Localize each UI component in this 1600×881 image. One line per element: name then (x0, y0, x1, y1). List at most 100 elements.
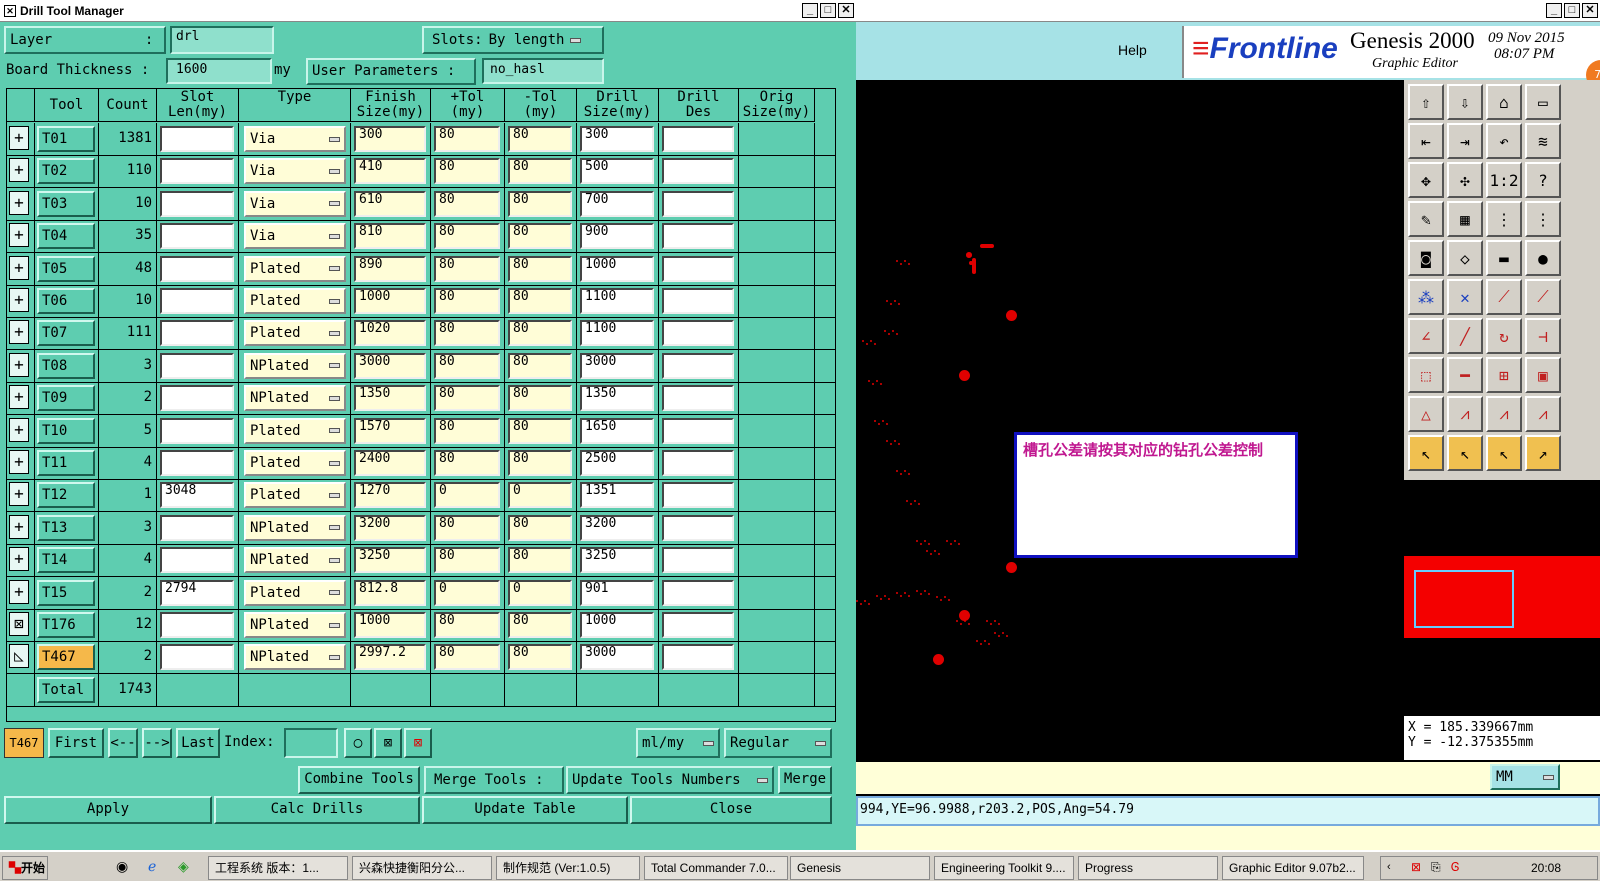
finish-size-input[interactable]: 1350 (354, 385, 426, 412)
net2-icon[interactable]: ⋮ (1525, 201, 1561, 237)
finish-size-input[interactable]: 1000 (354, 288, 426, 314)
plus-tol-input[interactable]: 80 (434, 352, 500, 379)
type-dropdown[interactable]: Plated (244, 579, 346, 606)
minimize-button[interactable]: _ (1546, 3, 1562, 18)
merge-tools-selector[interactable]: Update Tools Numbers (566, 766, 774, 794)
close-button[interactable]: Close (630, 796, 832, 824)
table-row[interactable]: + T13 3 NPlated 3200 80 80 3200 (7, 511, 835, 545)
drill-size-input[interactable]: 700 (580, 190, 654, 217)
finish-size-input[interactable]: 410 (354, 158, 426, 185)
slot-length-input[interactable] (160, 288, 234, 314)
drill-des-input[interactable] (662, 547, 734, 574)
drill-size-input[interactable]: 1000 (580, 612, 654, 638)
tray-app-icon[interactable]: ⊠ (1411, 860, 1421, 874)
tool-name-button[interactable]: T01 (37, 126, 95, 152)
drill-des-input[interactable] (662, 612, 734, 638)
drill-size-input[interactable]: 1100 (580, 320, 654, 347)
taskbar-item[interactable]: Graphic Editor 9.07b2... (1222, 856, 1364, 880)
tool-name-button[interactable]: T09 (37, 385, 95, 412)
measure-icon[interactable]: ⊞ (1486, 357, 1522, 393)
taskbar-item[interactable]: 兴森快捷衡阳分公... (352, 856, 492, 880)
home-icon[interactable]: ⌂ (1486, 84, 1522, 120)
type-dropdown[interactable]: Via (244, 223, 346, 250)
minus-tol-input[interactable]: 80 (508, 450, 572, 476)
drill-size-input[interactable]: 3200 (580, 514, 654, 541)
ie-icon[interactable]: ℯ (148, 858, 156, 875)
slot-length-input[interactable] (160, 450, 234, 476)
tool-select-icon[interactable]: + (9, 352, 29, 377)
type-dropdown[interactable]: NPlated (244, 514, 346, 541)
plus-tol-input[interactable]: 80 (434, 450, 500, 476)
drill-des-input[interactable] (662, 579, 734, 606)
drill-size-input[interactable]: 1100 (580, 288, 654, 314)
slot-length-input[interactable] (160, 352, 234, 379)
tool-name-button[interactable]: T467 (37, 644, 95, 671)
units-dropdown[interactable]: MM (1490, 764, 1560, 790)
palette-icon[interactable]: ✎ (1408, 201, 1444, 237)
pointer3-icon[interactable]: ↖ (1486, 435, 1522, 471)
taskbar-item[interactable]: Engineering Toolkit 9.... (934, 856, 1074, 880)
circle-icon[interactable]: ● (1525, 240, 1561, 276)
minus-tol-input[interactable]: 80 (508, 255, 572, 282)
slot-length-input[interactable] (160, 255, 234, 282)
minus-tol-input[interactable]: 80 (508, 417, 572, 444)
tool-name-button[interactable]: T14 (37, 547, 95, 574)
taskbar-item[interactable]: Progress (1078, 856, 1218, 880)
tool-select-icon[interactable]: + (9, 255, 29, 280)
user-parameters-field[interactable]: no_hasl (482, 58, 604, 84)
tool-name-button[interactable]: T04 (37, 223, 95, 250)
slot-length-input[interactable]: 2794 (160, 579, 234, 606)
connect-icon[interactable]: ⁂ (1408, 279, 1444, 315)
slot-length-input[interactable] (160, 644, 234, 671)
slots-selector[interactable]: Slots: By length (422, 26, 604, 54)
type-dropdown[interactable]: Via (244, 190, 346, 217)
tool-select-icon[interactable]: + (9, 547, 29, 572)
minimize-button[interactable]: _ (802, 3, 818, 18)
lightbulb-icon[interactable]: ◯ (344, 728, 372, 758)
table-row[interactable]: + T08 3 NPlated 3000 80 80 3000 (7, 349, 835, 383)
minus-tol-input[interactable]: 80 (508, 514, 572, 541)
slot-length-input[interactable] (160, 612, 234, 638)
drill-size-input[interactable]: 3000 (580, 352, 654, 379)
last-button[interactable]: Last (176, 728, 220, 758)
plus-tol-input[interactable]: 80 (434, 320, 500, 347)
taskbar-item[interactable]: Total Commander 7.0... (644, 856, 788, 880)
next-button[interactable]: --> (142, 728, 172, 758)
command-bar[interactable] (856, 762, 1600, 794)
minus-tol-input[interactable]: 80 (508, 352, 572, 379)
tool-select-icon[interactable]: + (9, 190, 29, 215)
tool-select-icon[interactable]: ⊠ (9, 612, 29, 636)
tray-copy-icon[interactable]: ⎘ (1431, 860, 1441, 875)
tool-select-icon[interactable]: ◺ (9, 644, 29, 669)
merge-button[interactable]: Merge (778, 766, 832, 794)
layer-preview[interactable] (1404, 556, 1600, 638)
close-window-button[interactable]: ✕ (838, 3, 854, 18)
minus-tol-input[interactable]: 0 (508, 482, 572, 509)
layer-field[interactable]: drl (170, 26, 274, 54)
finish-size-input[interactable]: 1270 (354, 482, 426, 509)
slot-length-input[interactable]: 3048 (160, 482, 234, 509)
pointer2-icon[interactable]: ↖ (1447, 435, 1483, 471)
tool-select-icon[interactable]: + (9, 514, 29, 539)
minus-tol-input[interactable]: 80 (508, 158, 572, 185)
tool-name-button[interactable]: T08 (37, 352, 95, 379)
table-row[interactable]: + T06 10 Plated 1000 80 80 1100 (7, 285, 835, 318)
plus-tol-input[interactable]: 80 (434, 385, 500, 412)
plus-tol-input[interactable]: 80 (434, 417, 500, 444)
drill-des-input[interactable] (662, 514, 734, 541)
drill-des-input[interactable] (662, 190, 734, 217)
maximize-button[interactable]: □ (820, 3, 836, 18)
tool-select-icon[interactable]: + (9, 417, 29, 442)
tool-select-icon[interactable]: + (9, 579, 29, 604)
ruler-icon[interactable]: ▬ (1486, 240, 1522, 276)
drill-size-input[interactable]: 901 (580, 579, 654, 606)
shape-icon[interactable]: ◇ (1447, 240, 1483, 276)
help-icon[interactable]: ? (1525, 162, 1561, 198)
triangle-icon[interactable]: △ (1408, 396, 1444, 432)
finish-size-input[interactable]: 1000 (354, 612, 426, 638)
table-row[interactable]: ◺ T467 2 NPlated 2997.2 80 80 3000 (7, 641, 835, 675)
table-row[interactable]: + T11 4 Plated 2400 80 80 2500 (7, 447, 835, 480)
table-row[interactable]: + T15 2 2794 Plated 812.8 0 0 901 (7, 576, 835, 610)
plus-tol-input[interactable]: 80 (434, 644, 500, 671)
drill-size-input[interactable]: 500 (580, 158, 654, 185)
